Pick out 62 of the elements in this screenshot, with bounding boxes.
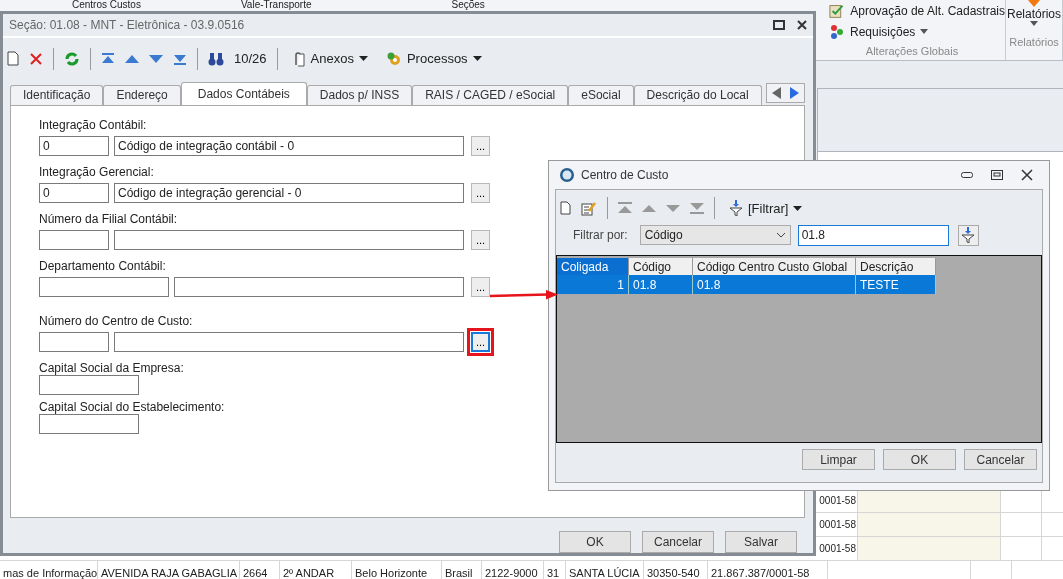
approval-button[interactable]: Aprovação de Alt. Cadastrais	[850, 3, 1005, 18]
table-cell: 31	[544, 561, 566, 579]
tab[interactable]: Identificação	[10, 84, 104, 105]
search-field[interactable]: 01.8	[797, 224, 949, 246]
filter-dropdown[interactable]: Código	[639, 225, 791, 245]
table-cell: 30350-540	[644, 561, 708, 579]
field-label: Capital Social do Estabelecimento:	[39, 399, 225, 414]
dialog-button[interactable]: Salvar	[725, 531, 797, 553]
table-cell: 2º ANDAR	[280, 561, 352, 579]
tab[interactable]: RAIS / CAGED / eSocial	[412, 84, 569, 105]
filter-label: Filtrar por:	[573, 228, 628, 242]
field-label: Integração Gerencial:	[39, 164, 154, 179]
menu-button[interactable]: Anexos	[287, 50, 372, 67]
dialog-button[interactable]: Cancelar	[964, 449, 1037, 470]
ribbon-item[interactable]: Centros Custos	[72, 0, 141, 11]
table-row[interactable]: 1 01.8 01.8 TESTE	[557, 275, 936, 294]
code-field[interactable]: 0	[39, 135, 109, 156]
menu-button[interactable]: Processos	[381, 50, 486, 67]
ribbon-item[interactable]: Vale-Transporte	[240, 0, 312, 11]
dialog-title: Centro de Custo	[581, 168, 669, 182]
table-cell: Brasil	[442, 561, 482, 579]
browse-button[interactable]: ...	[471, 276, 490, 297]
field-label: Número da Filial Contábil:	[39, 211, 178, 226]
tab[interactable]: Endereço	[103, 84, 181, 105]
field-label: Capital Social da Empresa:	[39, 360, 184, 375]
dialog-button[interactable]: OK	[883, 449, 956, 470]
table-cell: AVENIDA RAJA GABAGLIA	[98, 561, 240, 579]
field-label: Número do Centro de Custo:	[39, 313, 193, 328]
field-label: Integração Contábil:	[39, 117, 147, 132]
description-field[interactable]: Código de integração gerencial - 0	[114, 182, 464, 203]
table-cell: Belo Horizonte	[352, 561, 442, 579]
group-label: Relatórios	[1009, 36, 1059, 48]
table-cell: 2664	[240, 561, 280, 579]
window-title: Seção: 01.08 - MNT - Eletrônica - 03.9.0516	[9, 17, 245, 32]
table-cell: mas de Informação	[0, 561, 98, 579]
code-field[interactable]: 0	[39, 182, 109, 203]
table-cell: SANTA LÚCIA	[566, 561, 644, 579]
description-field[interactable]: Código de integração contábil - 0	[114, 135, 464, 156]
column-header[interactable]: Coligada	[557, 258, 629, 275]
ribbon-item[interactable]: Seções	[451, 0, 485, 11]
table-cell: 21.867.387/0001-58	[708, 561, 828, 579]
browse-button[interactable]: ...	[471, 331, 490, 352]
dialog-button[interactable]: OK	[559, 531, 631, 553]
reports-button[interactable]: Relatórios	[1007, 7, 1061, 21]
tab[interactable]: Dados p/ INSS	[306, 84, 413, 105]
browse-button[interactable]: ...	[471, 229, 490, 250]
group-label: Alterações Globais	[865, 45, 959, 57]
browse-button[interactable]: ...	[471, 135, 490, 156]
record-counter: 10/26	[234, 51, 267, 67]
column-header[interactable]: Código Centro Custo Global	[693, 258, 856, 275]
column-header[interactable]: Código	[629, 258, 693, 275]
tab[interactable]: eSocial	[568, 84, 634, 105]
tab[interactable]: Descrição do Local	[633, 84, 762, 105]
filter-menu-button[interactable]: [Filtrar]	[725, 200, 807, 216]
column-header[interactable]: Descrição	[856, 258, 936, 275]
dialog-button[interactable]: Limpar	[802, 449, 875, 470]
browse-button[interactable]: ...	[471, 182, 490, 203]
requests-button[interactable]: Requisições	[850, 24, 916, 39]
table-cell: 2122-9000	[482, 561, 544, 579]
dialog-button[interactable]: Cancelar	[642, 531, 714, 553]
tab[interactable]: Dados Contábeis	[180, 81, 307, 105]
field-label: Departamento Contábil:	[39, 258, 166, 273]
